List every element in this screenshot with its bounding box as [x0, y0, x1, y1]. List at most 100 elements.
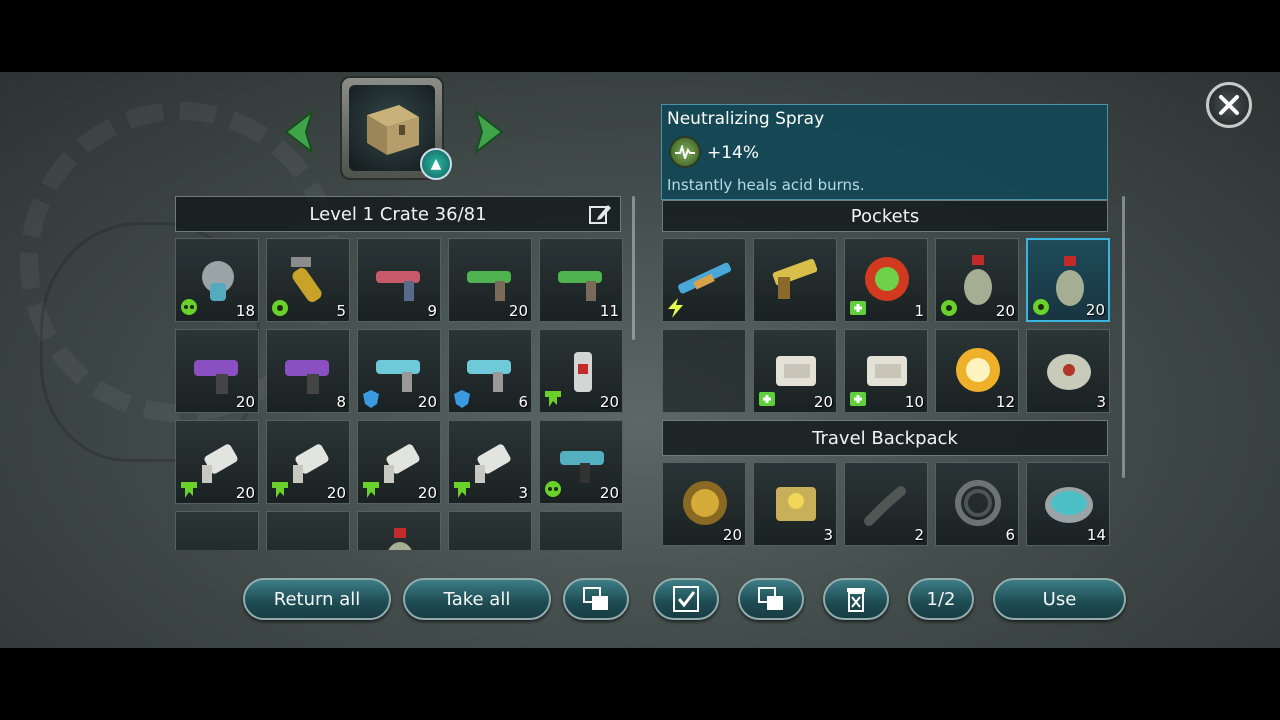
biohazard-icon [1033, 299, 1049, 315]
item-count: 8 [336, 393, 346, 411]
gun-blue-icon [459, 520, 523, 550]
item-count: 10 [904, 393, 924, 411]
crate-title: Level 1 Crate 36/81 [309, 203, 487, 225]
pistol-gold-icon [772, 258, 818, 299]
crate-slot[interactable] [448, 511, 532, 550]
pockets-slot[interactable]: 12 [935, 329, 1019, 413]
item-count: 20 [326, 484, 346, 502]
crate-header: Level 1 Crate 36/81 [175, 196, 621, 232]
backpack-slot[interactable]: 6 [935, 462, 1019, 546]
sprayer-grey-icon [186, 520, 250, 550]
item-count: 3 [823, 526, 833, 544]
item-count: 3 [518, 484, 528, 502]
crate-slot[interactable]: 20 [448, 238, 532, 322]
wire-icon [955, 480, 1001, 526]
pockets-slot[interactable]: 3 [1026, 329, 1110, 413]
stack-icon [583, 587, 608, 610]
crate-slot[interactable]: 3 [448, 420, 532, 504]
drip-icon [454, 482, 470, 498]
pockets-slot[interactable] [662, 329, 746, 413]
crate-slot[interactable] [175, 511, 259, 550]
crate-slot[interactable]: 11 [539, 238, 623, 322]
shield-icon [454, 390, 470, 408]
close-button[interactable] [1206, 82, 1252, 128]
page-button[interactable]: 1/2 [908, 578, 974, 620]
pockets-slot[interactable]: 20 [753, 329, 837, 413]
select-all-button[interactable] [653, 578, 719, 620]
item-count: 2 [914, 526, 924, 544]
trash-icon [847, 588, 865, 612]
pulse-icon [669, 136, 701, 168]
pockets-slot[interactable] [753, 238, 837, 322]
sprayer-grey-icon [277, 520, 341, 550]
take-all-button[interactable]: Take all [403, 578, 551, 620]
gun-purple-icon [285, 360, 329, 394]
stack-icon [758, 587, 783, 610]
checkbox-icon [673, 586, 699, 612]
crate-slot[interactable]: 20 [357, 329, 441, 413]
backpack-grid: 20 3 2 6 14 [662, 462, 1110, 546]
crate-slot[interactable]: 20 [175, 420, 259, 504]
item-count: 6 [518, 393, 528, 411]
item-tooltip: Neutralizing Spray +14% Instantly heals … [661, 104, 1108, 200]
item-count: 14 [1086, 526, 1106, 544]
crate-slot[interactable]: 5 [266, 238, 350, 322]
skull-icon [545, 481, 561, 497]
crate-slot[interactable]: 20 [357, 420, 441, 504]
crate-slot[interactable] [266, 511, 350, 550]
stack-right-button[interactable] [738, 578, 804, 620]
crate-slot[interactable]: 9 [357, 238, 441, 322]
tooltip-stat: +14% [707, 143, 760, 163]
crate-slot[interactable]: 20 [539, 329, 623, 413]
backpack-slot[interactable]: 3 [753, 462, 837, 546]
backpack-slot[interactable]: 20 [662, 462, 746, 546]
crate-upgrade-icon[interactable]: ▲ [420, 148, 452, 180]
crate-slot[interactable] [357, 511, 441, 550]
chest-icon [776, 487, 816, 521]
pockets-slot[interactable] [662, 238, 746, 322]
pistol-red-icon [376, 271, 420, 301]
discard-button[interactable] [823, 578, 889, 620]
tooltip-title: Neutralizing Spray [667, 109, 825, 129]
pockets-grid: 1 20 20 20 10 12 3 [662, 238, 1110, 413]
pockets-slot[interactable]: 1 [844, 238, 928, 322]
item-count: 1 [914, 302, 924, 320]
item-count: 20 [813, 393, 833, 411]
inventory-scrollbar[interactable] [1122, 196, 1125, 478]
item-count: 20 [1085, 301, 1105, 319]
next-crate-arrow-icon[interactable] [472, 108, 508, 156]
item-count: 18 [235, 302, 255, 320]
crate-slot[interactable]: 20 [539, 420, 623, 504]
crate-slot[interactable]: 18 [175, 238, 259, 322]
item-count: 20 [417, 484, 437, 502]
item-count: 12 [995, 393, 1015, 411]
item-count: 20 [599, 484, 619, 502]
crate-slot[interactable]: 20 [175, 329, 259, 413]
crate-slot[interactable]: 8 [266, 329, 350, 413]
pockets-slot[interactable]: 10 [844, 329, 928, 413]
item-count: 6 [1005, 526, 1015, 544]
stack-left-button[interactable] [563, 578, 629, 620]
previous-crate-arrow-icon[interactable] [280, 108, 316, 156]
backpack-slot[interactable]: 14 [1026, 462, 1110, 546]
use-button[interactable]: Use [993, 578, 1126, 620]
crate-slot[interactable]: 20 [266, 420, 350, 504]
drip-icon [272, 482, 288, 498]
edit-icon[interactable] [588, 203, 612, 225]
biohazard-icon [272, 300, 288, 316]
skull-icon [181, 299, 197, 315]
sprayer-red-icon [388, 528, 412, 550]
item-count: 20 [235, 484, 255, 502]
return-all-button[interactable]: Return all [243, 578, 391, 620]
pockets-slot[interactable]: 20 [935, 238, 1019, 322]
drip-icon [181, 482, 197, 498]
crate-slot[interactable]: 6 [448, 329, 532, 413]
medkit-icon [850, 392, 866, 406]
crate-scrollbar[interactable] [632, 196, 635, 340]
item-count: 11 [599, 302, 619, 320]
crate-slot[interactable] [539, 511, 623, 550]
item-count: 20 [417, 393, 437, 411]
pockets-slot[interactable]: 20 [1026, 238, 1110, 322]
backpack-header: Travel Backpack [662, 420, 1108, 456]
backpack-slot[interactable]: 2 [844, 462, 928, 546]
